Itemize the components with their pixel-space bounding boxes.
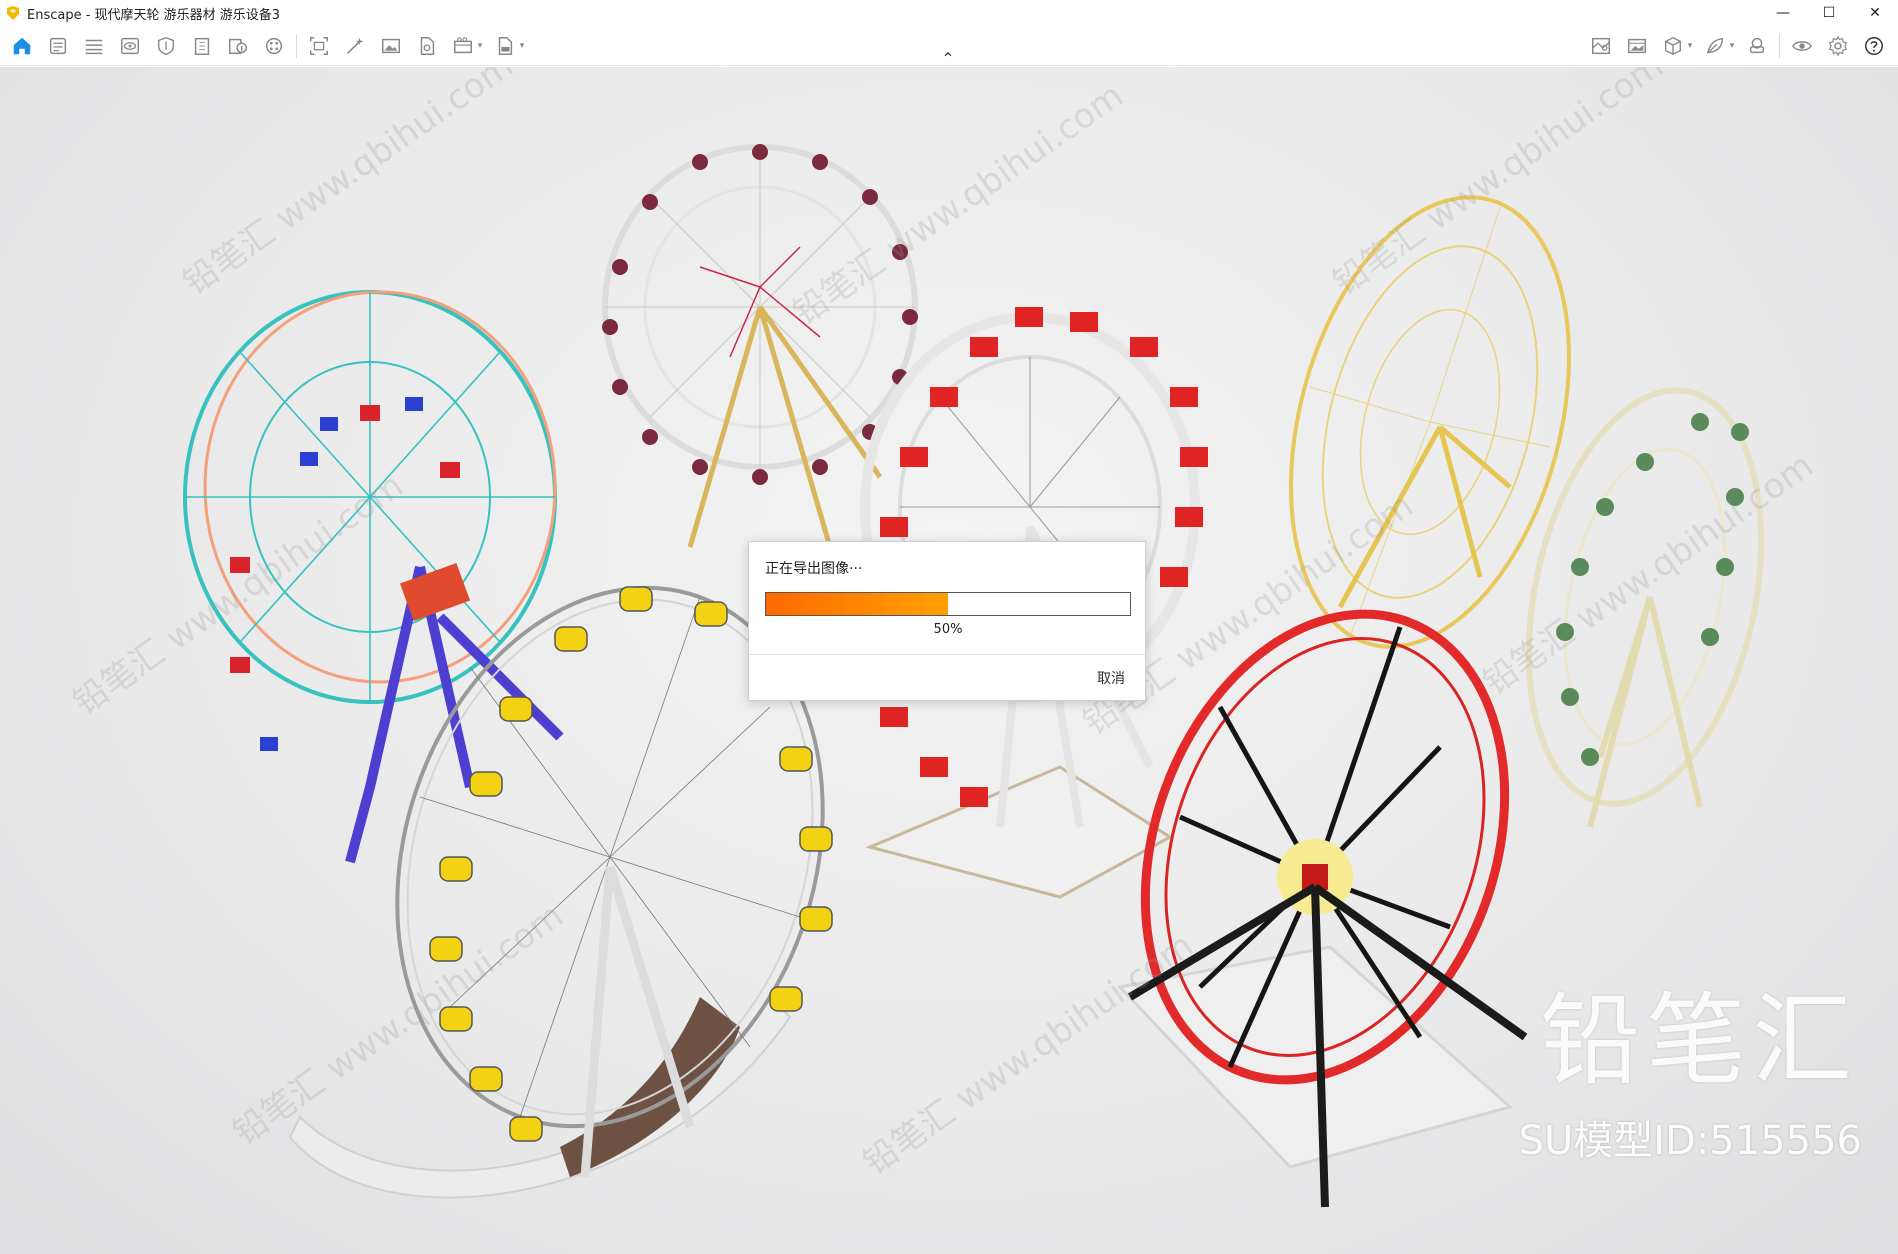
view-panel-button[interactable] — [112, 31, 148, 61]
progress-fill — [766, 593, 948, 615]
shield-icon — [157, 36, 175, 56]
collapse-toolbar-chevron[interactable]: ⌃ — [940, 49, 956, 68]
exe-export-icon — [498, 37, 513, 55]
cube-dropdown-caret[interactable]: ▾ — [1685, 31, 1695, 61]
info-icon — [229, 38, 247, 55]
picture-button[interactable] — [1619, 31, 1655, 61]
file-export-button[interactable] — [409, 31, 445, 61]
maximize-button[interactable]: ☐ — [1806, 0, 1852, 26]
screenshot-button[interactable] — [301, 31, 337, 61]
toolbar-right-group: ▾ ▾ — [1583, 31, 1892, 61]
title-bar: Enscape - 现代摩天轮 游乐器材 游乐设备3 — ☐ ✕ — [0, 0, 1898, 26]
toolbar-divider — [1779, 34, 1780, 58]
minimize-button[interactable]: — — [1760, 0, 1806, 26]
brand-watermark: 铅笔汇 — [1540, 982, 1858, 1099]
batch-render-button[interactable] — [337, 31, 373, 61]
settings-button[interactable] — [1820, 31, 1856, 61]
vr-button[interactable] — [1739, 31, 1775, 61]
file-export-icon — [420, 37, 435, 55]
shield-button[interactable] — [148, 31, 184, 61]
list-button[interactable] — [76, 31, 112, 61]
view-settings-button[interactable] — [1784, 31, 1820, 61]
gear-icon — [1828, 35, 1848, 57]
eye-icon — [1791, 41, 1813, 51]
info-button[interactable] — [220, 31, 256, 61]
cancel-button[interactable]: 取消 — [1097, 668, 1125, 688]
toolbar-divider — [296, 34, 297, 58]
video-dropdown-caret[interactable]: ▾ — [475, 31, 485, 61]
document-icon — [49, 37, 67, 55]
leaf-icon — [1706, 37, 1724, 54]
close-button[interactable]: ✕ — [1852, 0, 1898, 26]
image-icon — [382, 38, 400, 54]
dialog-divider — [749, 654, 1145, 655]
help-button[interactable] — [1856, 31, 1892, 61]
video-icon — [454, 37, 472, 54]
model-id-watermark: SU模型ID:515556 — [1518, 1118, 1862, 1164]
home-button[interactable] — [4, 31, 40, 61]
document-button[interactable] — [40, 31, 76, 61]
export-dropdown-caret[interactable]: ▾ — [517, 31, 527, 61]
home-icon — [13, 37, 31, 55]
panorama-button[interactable] — [373, 31, 409, 61]
screenshot-icon — [310, 37, 328, 55]
map-icon — [1592, 37, 1610, 55]
cube-icon — [1664, 36, 1682, 56]
list-icon — [85, 39, 103, 55]
magic-wand-icon — [347, 37, 364, 54]
building-icon — [194, 37, 210, 55]
export-progress-dialog: 正在导出图像··· 50% 取消 — [748, 541, 1146, 701]
help-icon — [1865, 37, 1883, 55]
asset-dropdown-caret[interactable]: ▾ — [1727, 31, 1737, 61]
material-button[interactable] — [256, 31, 292, 61]
progress-percentage: 50% — [933, 622, 963, 637]
vr-headset-icon — [1749, 37, 1765, 54]
eye-panel-icon — [121, 37, 139, 55]
map-button[interactable] — [1583, 31, 1619, 61]
window-title: Enscape - 现代摩天轮 游乐器材 游乐设备3 — [27, 7, 281, 23]
building-button[interactable] — [184, 31, 220, 61]
window-controls: — ☐ ✕ — [1760, 0, 1898, 26]
toolbar-left-group: ▾ ▾ — [4, 31, 529, 61]
picture-icon — [1628, 38, 1646, 54]
enscape-logo-icon — [7, 6, 19, 20]
dialog-title: 正在导出图像··· — [765, 561, 863, 577]
palette-icon — [265, 37, 283, 55]
progress-bar — [765, 592, 1131, 616]
